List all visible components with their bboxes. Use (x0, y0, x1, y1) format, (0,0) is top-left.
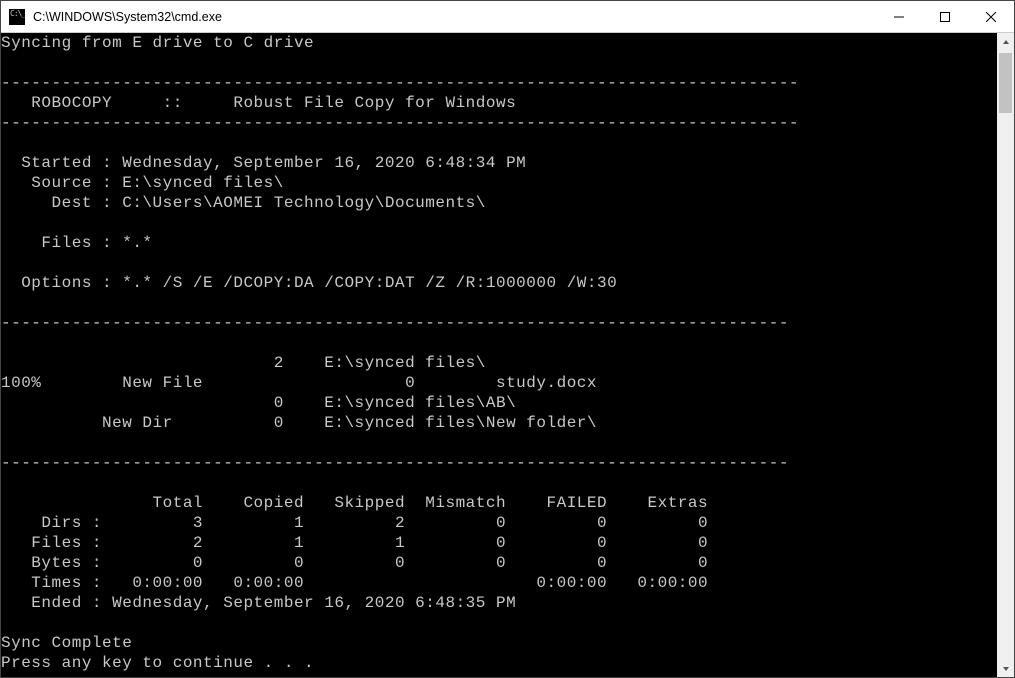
terminal-line: Total Copied Skipped Mismatch FAILED Ext… (1, 494, 708, 512)
terminal-output[interactable]: Syncing from E drive to C drive --------… (1, 33, 997, 677)
vertical-scrollbar[interactable] (997, 33, 1014, 677)
terminal-line: Dest : C:\Users\AOMEI Technology\Documen… (1, 194, 486, 212)
cmd-icon (9, 9, 25, 25)
terminal-line: ----------------------------------------… (1, 454, 789, 472)
terminal-line: Files : *.* (1, 234, 153, 252)
minimize-button[interactable] (876, 1, 922, 33)
scroll-thumb[interactable] (999, 53, 1012, 113)
scroll-down-button[interactable] (997, 660, 1014, 677)
terminal-line: ROBOCOPY :: Robust File Copy for Windows (1, 94, 516, 112)
window-title: C:\WINDOWS\System32\cmd.exe (33, 1, 876, 33)
terminal-line: Sync Complete (1, 634, 132, 652)
titlebar[interactable]: C:\WINDOWS\System32\cmd.exe (1, 1, 1014, 33)
terminal-line: Syncing from E drive to C drive (1, 34, 314, 52)
close-icon (986, 12, 996, 22)
chevron-down-icon (1002, 665, 1010, 673)
terminal-line: Ended : Wednesday, September 16, 2020 6:… (1, 594, 516, 612)
terminal-line: 2 E:\synced files\ (1, 354, 486, 372)
terminal-line: Press any key to continue . . . (1, 654, 314, 672)
maximize-icon (940, 12, 950, 22)
terminal-line: Source : E:\synced files\ (1, 174, 284, 192)
window-controls (876, 1, 1014, 32)
client-area: Syncing from E drive to C drive --------… (1, 33, 1014, 677)
terminal-line: 0 E:\synced files\AB\ (1, 394, 516, 412)
terminal-line: Times : 0:00:00 0:00:00 0:00:00 0:00:00 (1, 574, 708, 592)
terminal-line: ----------------------------------------… (1, 314, 789, 332)
minimize-icon (894, 12, 904, 22)
terminal-line: New Dir 0 E:\synced files\New folder\ (1, 414, 597, 432)
window: C:\WINDOWS\System32\cmd.exe Syncing from… (0, 0, 1015, 678)
terminal-line: Options : *.* /S /E /DCOPY:DA /COPY:DAT … (1, 274, 617, 292)
chevron-up-icon (1002, 38, 1010, 46)
scroll-up-button[interactable] (997, 33, 1014, 50)
terminal-line: ----------------------------------------… (1, 114, 799, 132)
terminal-line: Dirs : 3 1 2 0 0 0 (1, 514, 708, 532)
terminal-line: ----------------------------------------… (1, 74, 799, 92)
maximize-button[interactable] (922, 1, 968, 33)
terminal-line: 100% New File 0 study.docx (1, 374, 597, 392)
terminal-line: Started : Wednesday, September 16, 2020 … (1, 154, 526, 172)
close-button[interactable] (968, 1, 1014, 33)
terminal-line: Bytes : 0 0 0 0 0 0 (1, 554, 708, 572)
terminal-line: Files : 2 1 1 0 0 0 (1, 534, 708, 552)
